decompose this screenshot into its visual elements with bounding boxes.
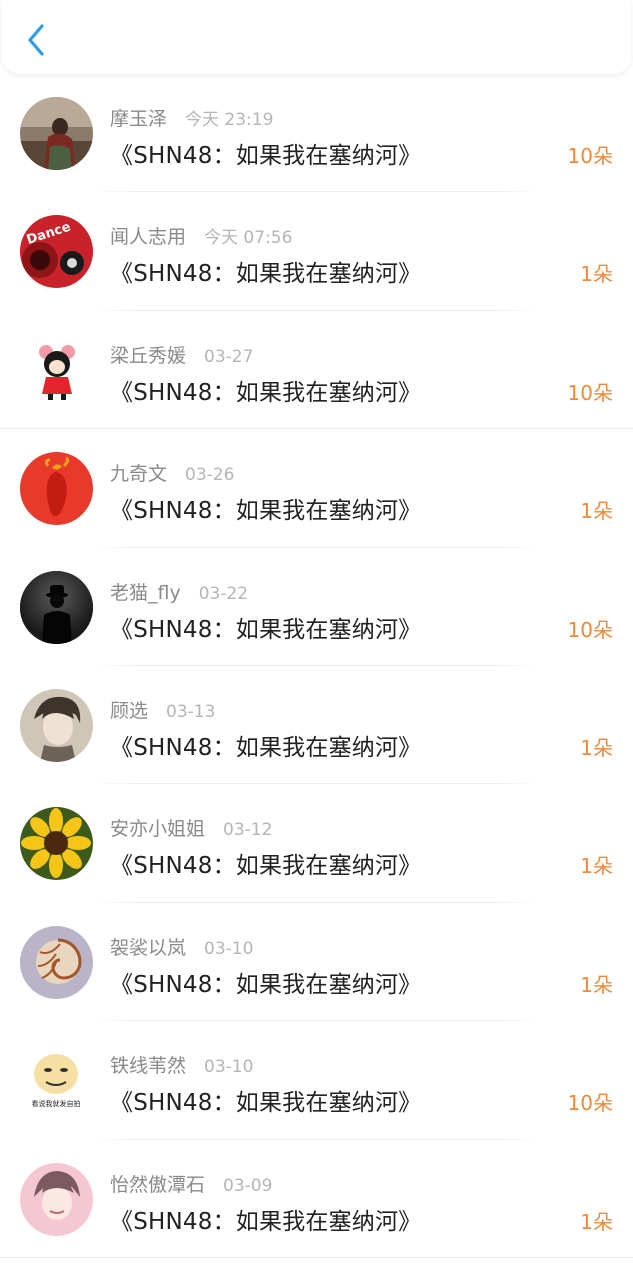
dark-figure-avatar[interactable] [20,570,93,644]
item-title: 《SHN48：如果我在塞纳河》 [110,1208,422,1235]
timestamp: 03-26 [185,465,235,486]
list-item[interactable]: 看说我就发自拍 铁线苇然 03-10 《SHN48：如果我在塞纳河》 10朵 [0,1021,633,1140]
flower-count: 1朵 [580,972,613,997]
list-item[interactable]: 老猫_fly 03-22 《SHN48：如果我在塞纳河》 10朵 [0,548,633,666]
back-button[interactable] [16,18,56,62]
item-title: 《SHN48：如果我在塞纳河》 [110,143,422,169]
flower-count: 10朵 [567,380,613,405]
cartoon-girl-avatar[interactable] [20,333,93,407]
flower-count: 1朵 [580,735,613,760]
item-title: 《SHN48：如果我在塞纳河》 [110,734,422,761]
avatar-caption: 看说我就发自拍 [32,1099,81,1108]
item-title: 《SHN48：如果我在塞纳河》 [110,498,422,525]
item-title: 《SHN48：如果我在塞纳河》 [110,261,422,288]
user-name[interactable]: 摩玉泽 [110,104,167,131]
flower-count: 10朵 [567,1091,613,1116]
gift-record-list: 摩玉泽 今天 23:19 《SHN48：如果我在塞纳河》 10朵 Dance 闻… [0,74,633,1258]
list-item[interactable]: 袈裟以岚 03-10 《SHN48：如果我在塞纳河》 1朵 [0,903,633,1022]
timestamp: 今天 07:56 [204,228,293,249]
user-name[interactable]: 怡然傲潭石 [110,1170,205,1197]
timestamp: 今天 23:19 [185,110,274,130]
top-bar [2,0,631,74]
divider [0,1256,633,1258]
user-name[interactable]: 闻人志用 [110,222,186,249]
item-title: 《SHN48：如果我在塞纳河》 [110,1090,422,1117]
list-item[interactable]: 九奇文 03-26 《SHN48：如果我在塞纳河》 1朵 [0,429,633,548]
item-title: 《SHN48：如果我在塞纳河》 [110,379,422,406]
flower-count: 1朵 [580,499,613,524]
timestamp: 03-12 [223,820,273,841]
list-item[interactable]: Dance 闻人志用 今天 07:56 《SHN48：如果我在塞纳河》 1朵 [0,192,633,311]
user-name[interactable]: 安亦小姐姐 [110,814,205,841]
timestamp: 03-22 [198,583,249,604]
anime-boy-avatar[interactable] [20,1162,93,1236]
anime-man-avatar[interactable] [20,688,93,762]
timestamp: 03-27 [204,346,254,367]
red-pepper-avatar[interactable] [20,452,93,526]
list-item[interactable]: 怡然傲潭石 03-09 《SHN48：如果我在塞纳河》 1朵 [0,1140,633,1258]
item-title: 《SHN48：如果我在塞纳河》 [110,853,422,880]
user-name[interactable]: 顾选 [110,696,148,723]
sunflower-avatar[interactable] [20,807,93,881]
list-item[interactable]: 梁丘秀媛 03-27 《SHN48：如果我在塞纳河》 10朵 [0,311,633,430]
list-item[interactable]: 顾选 03-13 《SHN48：如果我在塞纳河》 1朵 [0,666,633,785]
chevron-left-icon [28,24,44,56]
dance-avatar[interactable]: Dance [20,215,93,289]
user-name[interactable]: 九奇文 [110,459,167,486]
flower-count: 1朵 [580,854,613,879]
timestamp: 03-10 [204,1057,254,1078]
nautilus-shell-avatar[interactable] [20,925,93,999]
photo-woman-avatar[interactable] [20,97,93,170]
list-item[interactable]: 安亦小姐姐 03-12 《SHN48：如果我在塞纳河》 1朵 [0,784,633,903]
timestamp: 03-10 [204,938,254,959]
user-name[interactable]: 铁线苇然 [110,1051,186,1078]
timestamp: 03-13 [166,701,216,722]
flower-count: 10朵 [567,144,613,168]
user-name[interactable]: 梁丘秀媛 [110,341,186,368]
timestamp: 03-09 [223,1175,273,1196]
user-name[interactable]: 袈裟以岚 [110,933,186,960]
user-name[interactable]: 老猫_fly [110,578,181,605]
flower-count: 1朵 [580,262,613,287]
item-title: 《SHN48：如果我在塞纳河》 [110,616,422,643]
flower-count: 10朵 [567,617,613,642]
flower-count: 1朵 [580,1209,613,1234]
item-title: 《SHN48：如果我在塞纳河》 [110,971,422,998]
list-item[interactable]: 摩玉泽 今天 23:19 《SHN48：如果我在塞纳河》 10朵 [0,74,633,193]
meme-face-avatar[interactable]: 看说我就发自拍 [20,1044,93,1118]
